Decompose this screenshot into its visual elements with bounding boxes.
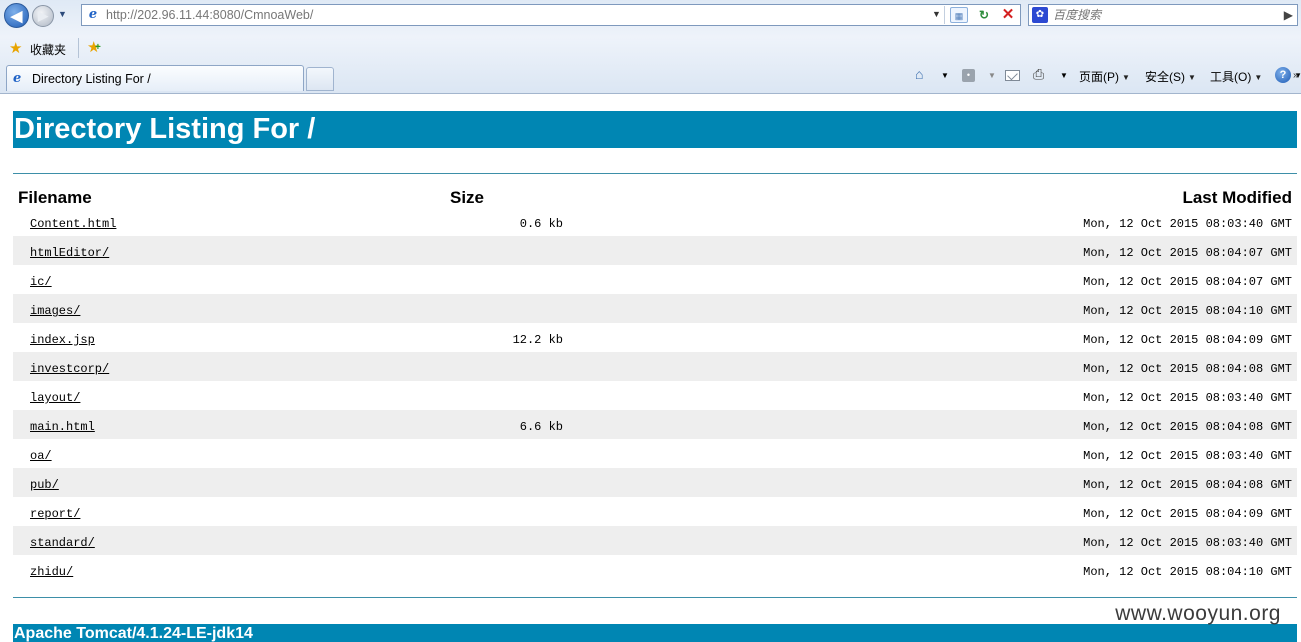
file-last-modified: Mon, 12 Oct 2015 08:04:07 GMT [1083,246,1292,260]
feeds-icon[interactable]: • [962,69,975,82]
table-row: ic/Mon, 12 Oct 2015 08:04:07 GMT [13,265,1297,294]
feeds-dropdown-icon[interactable]: ▼ [988,71,996,80]
divider [944,6,945,24]
file-last-modified: Mon, 12 Oct 2015 08:03:40 GMT [1083,449,1292,463]
file-link[interactable]: zhidu/ [30,565,73,579]
table-row: main.html 6.6 kb Mon, 12 Oct 2015 08:04:08… [13,410,1297,439]
search-input[interactable] [1053,8,1253,22]
file-last-modified: Mon, 12 Oct 2015 08:03:40 GMT [1083,536,1292,550]
search-go-icon[interactable]: ▶ [1284,8,1293,22]
chevron-down-icon: ▼ [1188,73,1196,82]
new-tab-button[interactable] [306,67,334,91]
page-menu[interactable]: 页面(P) ▼ [1079,68,1130,85]
tools-menu-label: 工具(O) [1210,70,1252,84]
file-link[interactable]: main.html [30,420,95,434]
page-menu-label: 页面(P) [1079,70,1119,84]
ie-page-icon: e [13,71,22,86]
file-last-modified: Mon, 12 Oct 2015 08:04:08 GMT [1083,362,1292,376]
address-dropdown-icon[interactable]: ▼ [932,9,941,19]
browser-chrome: ◀ ▶ ▼ e http://202.96.11.44:8080/CmnoaWe… [0,0,1301,94]
compat-view-icon[interactable]: ▦ [950,7,968,23]
search-box[interactable]: ✿ ▶ [1028,4,1298,26]
safety-menu[interactable]: 安全(S) ▼ [1145,68,1196,85]
file-last-modified: Mon, 12 Oct 2015 08:03:40 GMT [1083,391,1292,405]
column-header-last-modified: Last Modified [1182,188,1292,207]
table-row: htmlEditor/Mon, 12 Oct 2015 08:04:07 GMT [13,236,1297,265]
add-favorite-icon[interactable]: ★ [87,38,101,56]
file-size: 6.6 kb [519,420,563,434]
table-row: index.jsp 12.2 kb Mon, 12 Oct 2015 08:04:0… [13,323,1297,352]
tab-label: Directory Listing For / [32,72,151,86]
file-link[interactable]: ic/ [30,275,52,289]
print-dropdown-icon[interactable]: ▼ [1060,71,1068,80]
more-commands-icon[interactable]: » [1293,70,1299,81]
chevron-down-icon: ▼ [1254,73,1263,82]
stop-icon[interactable]: ✕ [999,7,1017,23]
baidu-icon: ✿ [1032,7,1048,23]
file-link[interactable]: investcorp/ [30,362,109,376]
page-viewport: Directory Listing For / Filename Size La… [0,95,1301,642]
file-last-modified: Mon, 12 Oct 2015 08:04:09 GMT [1083,507,1292,521]
tab-active[interactable]: e Directory Listing For / [6,65,304,91]
print-icon[interactable]: ⎙ [1033,66,1044,83]
file-last-modified: Mon, 12 Oct 2015 08:04:08 GMT [1083,478,1292,492]
divider [13,597,1297,598]
file-last-modified: Mon, 12 Oct 2015 08:04:09 GMT [1083,333,1292,347]
file-link[interactable]: Content.html [30,217,116,231]
file-link[interactable]: oa/ [30,449,52,463]
file-last-modified: Mon, 12 Oct 2015 08:04:10 GMT [1083,304,1292,318]
file-last-modified: Mon, 12 Oct 2015 08:03:40 GMT [1083,217,1292,231]
table-row: investcorp/Mon, 12 Oct 2015 08:04:08 GMT [13,352,1297,381]
file-link[interactable]: index.jsp [30,333,95,347]
table-row: zhidu/Mon, 12 Oct 2015 08:04:10 GMT [13,555,1297,584]
favorites-bar: ★ 收藏夹 ★ [0,35,1301,61]
file-size: 12.2 kb [512,333,563,347]
divider [78,38,79,58]
server-footer: Apache Tomcat/4.1.24-LE-jdk14 [13,624,1297,642]
command-bar: ⌂ ▼ • ▼ ⎙ ▼ 页面(P) ▼ 安全(S) ▼ 工具(O) ▼ ? ▼ [905,66,1301,86]
address-text[interactable]: http://202.96.11.44:8080/CmnoaWeb/ [106,8,313,22]
file-link[interactable]: layout/ [30,391,80,405]
file-link[interactable]: images/ [30,304,80,318]
column-header-filename: Filename [18,188,92,207]
page-title: Directory Listing For / [13,111,1297,148]
address-bar[interactable]: e http://202.96.11.44:8080/CmnoaWeb/ ▼ ▦… [81,4,1021,26]
file-link[interactable]: pub/ [30,478,59,492]
table-row: layout/Mon, 12 Oct 2015 08:03:40 GMT [13,381,1297,410]
file-link[interactable]: standard/ [30,536,95,550]
file-last-modified: Mon, 12 Oct 2015 08:04:08 GMT [1083,420,1292,434]
tools-menu[interactable]: 工具(O) ▼ [1210,68,1262,85]
refresh-icon[interactable]: ↻ [975,7,993,23]
column-header-size: Size [450,188,485,207]
back-icon[interactable]: ◀ [4,3,29,28]
history-dropdown-icon[interactable]: ▼ [58,9,67,19]
watermark: www.wooyun.org [1115,602,1281,625]
chevron-down-icon: ▼ [1122,73,1130,82]
safety-menu-label: 安全(S) [1145,70,1185,84]
table-row: pub/Mon, 12 Oct 2015 08:04:08 GMT [13,468,1297,497]
file-last-modified: Mon, 12 Oct 2015 08:04:07 GMT [1083,275,1292,289]
file-last-modified: Mon, 12 Oct 2015 08:04:10 GMT [1083,565,1292,579]
table-row: standard/Mon, 12 Oct 2015 08:03:40 GMT [13,526,1297,555]
home-icon[interactable]: ⌂ [915,66,923,82]
file-link[interactable]: report/ [30,507,80,521]
table-row: report/Mon, 12 Oct 2015 08:04:09 GMT [13,497,1297,526]
file-size: 0.6 kb [519,217,563,231]
table-row: Content.html 0.6 kb Mon, 12 Oct 2015 08:03… [13,207,1297,236]
mail-icon[interactable] [1005,70,1020,81]
table-row: images/Mon, 12 Oct 2015 08:04:10 GMT [13,294,1297,323]
favorites-star-icon[interactable]: ★ [9,39,22,57]
home-dropdown-icon[interactable]: ▼ [941,71,949,80]
file-link[interactable]: htmlEditor/ [30,246,109,260]
table-row: oa/Mon, 12 Oct 2015 08:03:40 GMT [13,439,1297,468]
help-icon[interactable]: ? [1275,67,1291,83]
favorites-button[interactable]: 收藏夹 [30,41,66,58]
forward-icon[interactable]: ▶ [32,5,54,27]
divider [13,173,1297,174]
ie-page-icon: e [88,7,98,22]
